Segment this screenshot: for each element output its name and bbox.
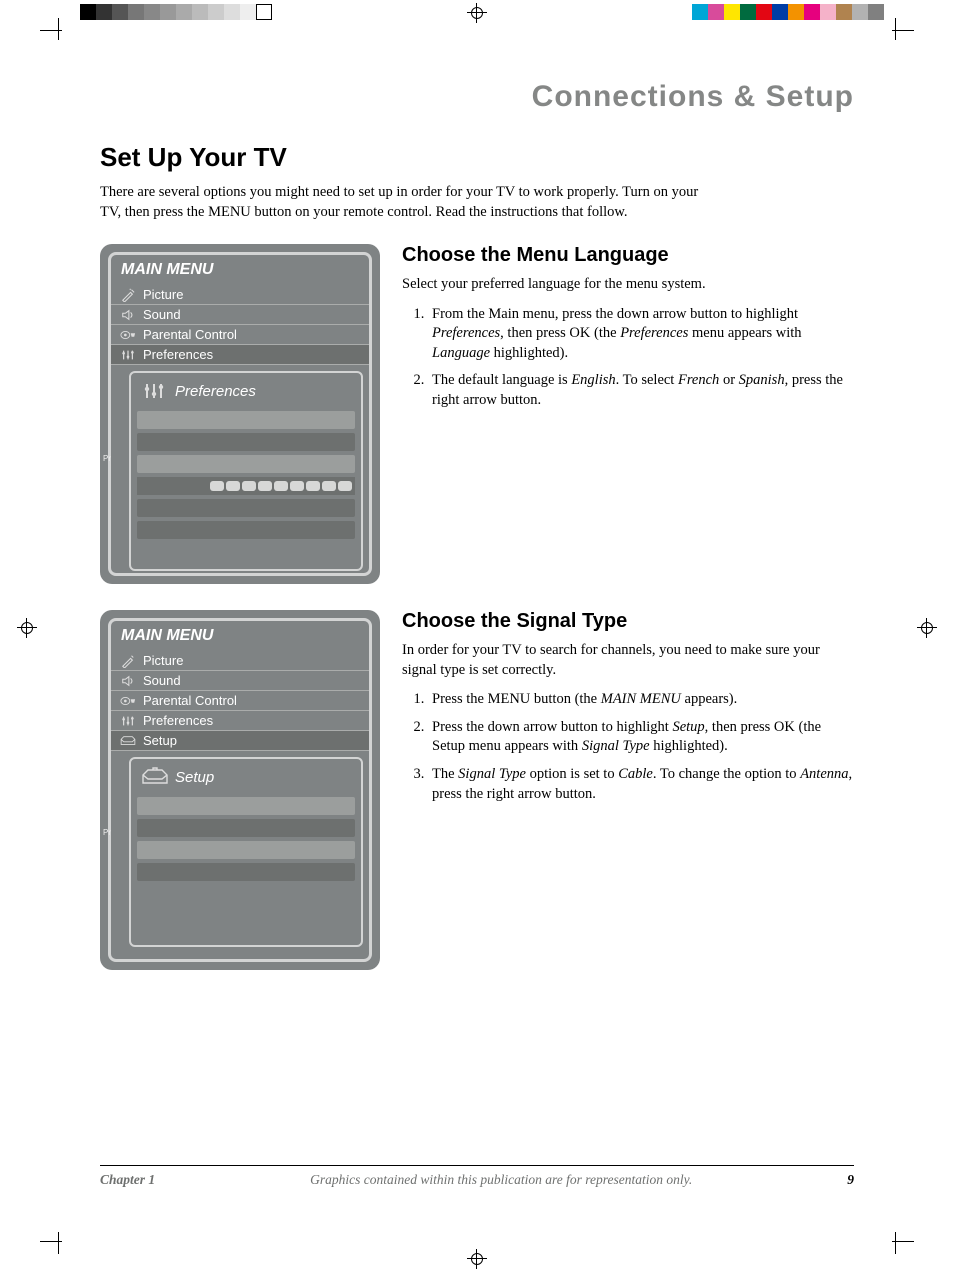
section-menu-language: Pr MAIN MENU Picture Sound [100, 244, 854, 584]
menu-item-label: Picture [143, 287, 183, 302]
submenu-row [137, 819, 355, 837]
submenu-row [137, 797, 355, 815]
step-item: From the Main menu, press the down arrow… [428, 305, 854, 364]
submenu-setup: Setup [129, 757, 363, 947]
speaker-icon [119, 308, 137, 322]
step-item: The default language is English. To sele… [428, 371, 854, 410]
page: Connections & Setup Set Up Your TV There… [70, 60, 884, 1212]
sliders-icon [141, 381, 167, 401]
section-signal-type: Pr MAIN MENU Picture Sound [100, 610, 854, 970]
submenu-row [137, 521, 355, 539]
eye-lock-icon [119, 328, 137, 342]
footer-disclaimer: Graphics contained within this publicati… [155, 1172, 847, 1188]
figure-main-menu-preferences: Pr MAIN MENU Picture Sound [100, 244, 380, 584]
step-item: The Signal Type option is set to Cable. … [428, 765, 854, 804]
menu-item-label: Preferences [143, 347, 213, 362]
subsection-lead: Select your preferred language for the m… [402, 275, 854, 295]
submenu-title-text: Setup [175, 769, 214, 786]
subsection-heading: Choose the Signal Type [402, 610, 854, 633]
subsection-heading: Choose the Menu Language [402, 244, 854, 267]
menu-item-preferences: Preferences [111, 345, 369, 365]
eye-lock-icon [119, 694, 137, 708]
subsection-lead: In order for your TV to search for chann… [402, 641, 854, 680]
toolbox-icon [119, 734, 137, 748]
grayscale-bar [80, 4, 272, 20]
section-header: Connections & Setup [100, 80, 854, 114]
submenu-preferences: Preferences [129, 371, 363, 571]
menu-item-picture: Picture [111, 285, 369, 305]
menu-item-parental: Parental Control [111, 691, 369, 711]
page-number: 9 [847, 1172, 854, 1188]
submenu-title-text: Preferences [175, 383, 256, 400]
step-item: Press the MENU button (the MAIN MENU app… [428, 690, 854, 710]
menu-item-picture: Picture [111, 651, 369, 671]
step-item: Press the down arrow button to highlight… [428, 718, 854, 757]
page-footer: Chapter 1 Graphics contained within this… [100, 1165, 854, 1188]
menu-item-label: Parental Control [143, 327, 237, 342]
menu-item-setup: Setup [111, 731, 369, 751]
menu-item-label: Picture [143, 653, 183, 668]
registration-mark-icon [17, 618, 37, 638]
submenu-row [137, 455, 355, 473]
menu-item-parental: Parental Control [111, 325, 369, 345]
registration-mark-icon [467, 3, 487, 23]
menu-item-label: Parental Control [143, 693, 237, 708]
submenu-row [137, 499, 355, 517]
steps-list: Press the MENU button (the MAIN MENU app… [402, 690, 854, 804]
pr-label: Pr [103, 828, 111, 837]
color-bar [692, 4, 884, 20]
submenu-row [137, 863, 355, 881]
sliders-icon [119, 714, 137, 728]
speaker-icon [119, 674, 137, 688]
intro-paragraph: There are several options you might need… [100, 183, 700, 222]
menu-title: MAIN MENU [111, 261, 369, 285]
wand-icon [119, 288, 137, 302]
menu-item-label: Sound [143, 307, 181, 322]
submenu-row [137, 841, 355, 859]
submenu-row-indicators [137, 477, 355, 495]
menu-item-label: Preferences [143, 713, 213, 728]
page-title: Set Up Your TV [100, 142, 854, 173]
sliders-icon [119, 348, 137, 362]
registration-mark-icon [467, 1249, 487, 1269]
menu-title: MAIN MENU [111, 627, 369, 651]
registration-mark-icon [917, 618, 937, 638]
menu-item-sound: Sound [111, 671, 369, 691]
chapter-label: Chapter 1 [100, 1172, 155, 1188]
toolbox-icon [141, 767, 167, 787]
menu-item-preferences: Preferences [111, 711, 369, 731]
submenu-row [137, 433, 355, 451]
steps-list: From the Main menu, press the down arrow… [402, 305, 854, 411]
submenu-row [137, 411, 355, 429]
wand-icon [119, 654, 137, 668]
menu-item-sound: Sound [111, 305, 369, 325]
menu-item-label: Sound [143, 673, 181, 688]
pr-label: Pr [103, 454, 111, 463]
figure-main-menu-setup: Pr MAIN MENU Picture Sound [100, 610, 380, 970]
menu-item-label: Setup [143, 733, 177, 748]
